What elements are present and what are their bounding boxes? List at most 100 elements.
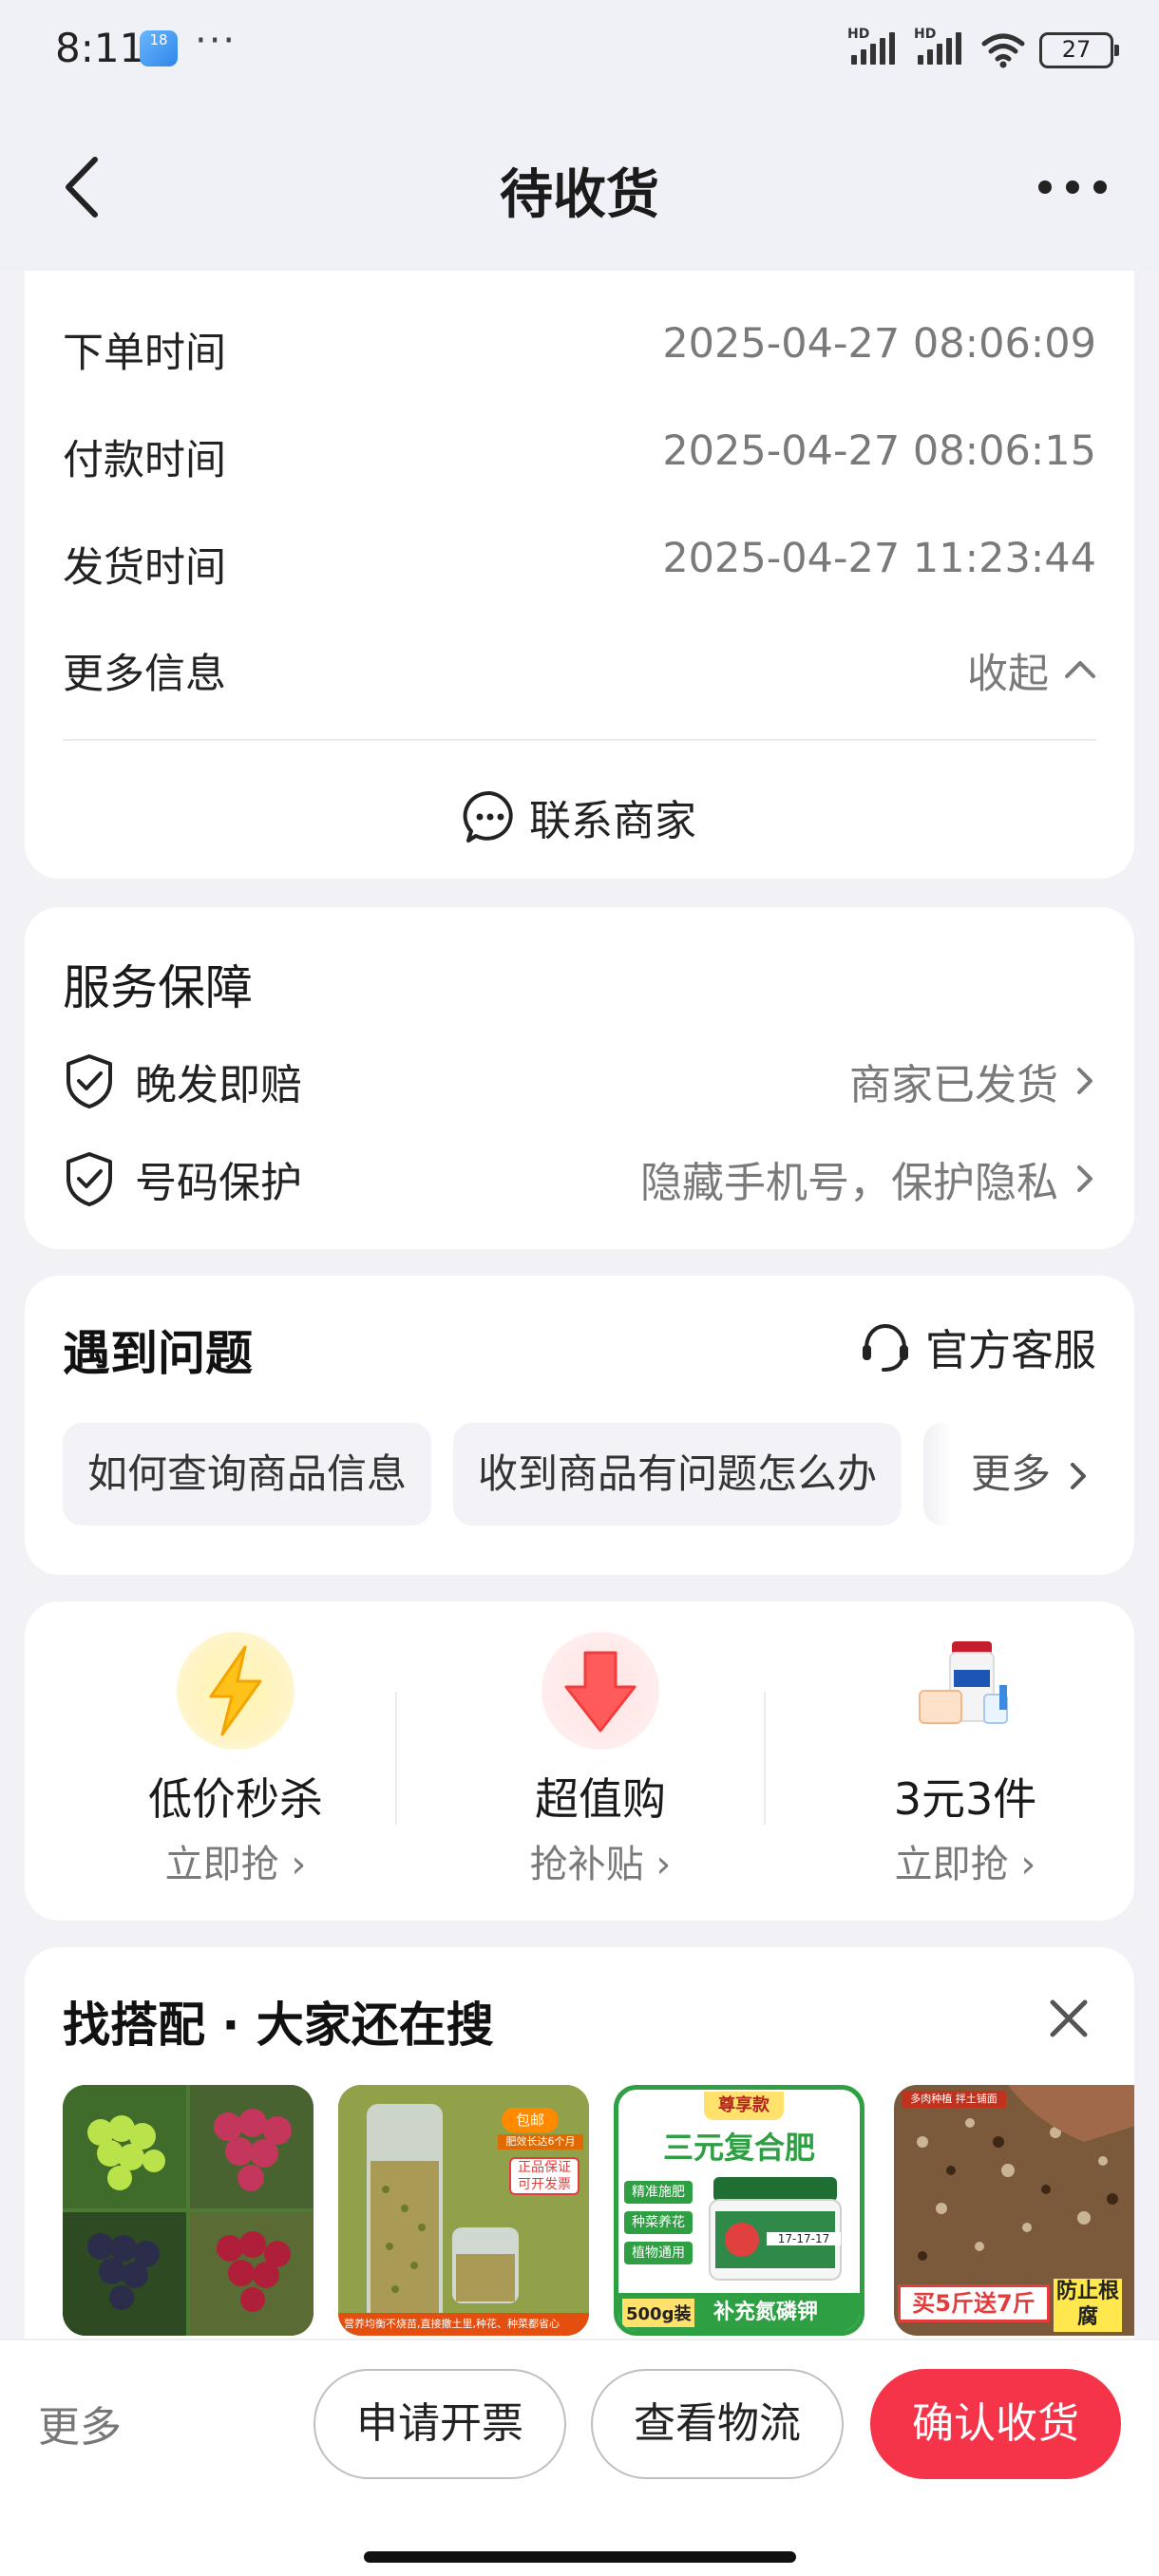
promo-three-for-three-sub: 立即抢 › (894, 1843, 1036, 1886)
headset-icon (862, 1323, 908, 1372)
nav-bar: 待收货 (0, 104, 1159, 271)
genuine-badge-line-2: 可开发票 (518, 2177, 571, 2192)
divider (63, 739, 1096, 741)
home-indicator[interactable] (364, 2551, 796, 2563)
product-thumbnails: 包邮 肥效长达6个月 正品保证可开发票 营养均衡不烧苗,直接撒土里,种花、种菜都… (63, 2085, 1134, 2379)
chevron-right-icon (1077, 1068, 1092, 1094)
npk-ratio: 17-17-17 (767, 2232, 841, 2245)
faq-more-button[interactable]: 更多 (923, 1423, 1134, 1525)
chat-bubble-icon (463, 790, 513, 843)
wifi-icon (981, 33, 1025, 68)
product-grapes[interactable] (63, 2085, 314, 2336)
service-title: 服务保障 (63, 960, 253, 1015)
status-time: 8:11 (55, 25, 145, 71)
shield-check-icon (66, 1054, 112, 1108)
app-badge: 18 (149, 31, 168, 48)
product-soil[interactable]: 多肉种植 拌土铺面 买5斤送7斤 防止根腐 (894, 2085, 1134, 2336)
promo-value-buy[interactable]: 超值购 抢补贴 › (429, 1632, 771, 1907)
promo-flash-sale-sub-label: 立即抢 (164, 1843, 279, 1886)
product-fertilizer[interactable]: 尊享款 三元复合肥 精准施肥 种菜养花 植物通用 17-17-17 500g装 … (614, 2085, 864, 2336)
faq-chip-product-problem[interactable]: 收到商品有问题怎么办 (453, 1423, 902, 1525)
promo-card: 低价秒杀 立即抢 › 超值购 抢补贴 › 3元3件 立即抢 › (25, 1601, 1134, 1921)
promo-three-for-three[interactable]: 3元3件 立即抢 › (794, 1632, 1136, 1907)
products-icon (906, 1632, 1024, 1750)
payment-time-value: 2025-04-27 08:06:15 (662, 427, 1096, 475)
payment-time-row: 付款时间 2025-04-27 08:06:15 (63, 427, 1096, 484)
free-shipping-badge: 包邮 (502, 2108, 559, 2132)
fertilizer-feature-2: 种菜养花 (624, 2211, 693, 2234)
contact-merchant-label: 联系商家 (529, 797, 696, 845)
ship-time-label: 发货时间 (63, 544, 226, 592)
chevron-right-icon (1077, 1165, 1092, 1192)
order-info-card: 下单时间 2025-04-27 08:06:09 付款时间 2025-04-27… (25, 271, 1134, 879)
fertilizer-headline: 三元复合肥 (662, 2130, 815, 2166)
network-type-1: HD (847, 27, 870, 42)
signal-icon-2: HD (914, 27, 967, 68)
seeds-caption: 营养均衡不烧苗,直接撒土里,种花、种菜都省心 (338, 2313, 589, 2336)
fertilizer-feature-3: 植物通用 (624, 2242, 693, 2264)
faq-chip-query-product[interactable]: 如何查询商品信息 (63, 1423, 432, 1525)
order-time-row: 下单时间 2025-04-27 08:06:09 (63, 320, 1096, 377)
payment-time-label: 付款时间 (63, 437, 226, 484)
page-title: 待收货 (500, 164, 659, 226)
apply-invoice-button[interactable]: 申请开票 (314, 2369, 566, 2479)
promo-flash-sale-title: 低价秒杀 (148, 1773, 323, 1825)
battery-icon: 27 (1039, 32, 1119, 68)
order-time-label: 下单时间 (63, 330, 226, 377)
promo-value-buy-title: 超值购 (535, 1773, 666, 1825)
more-actions-button[interactable]: 更多 (38, 2393, 122, 2453)
order-time-value: 2025-04-27 08:06:09 (662, 320, 1096, 368)
number-protection-value: 隐藏手机号，保护隐私 (640, 1159, 1058, 1207)
late-ship-compensation-row[interactable]: 晚发即赔 商家已发货 (63, 1045, 1096, 1111)
chevron-up-icon[interactable] (1064, 658, 1096, 679)
more-info-label: 更多信息 (63, 651, 226, 698)
problems-card: 遇到问题 官方客服 如何查询商品信息 收到商品有问题怎么办 更多 (25, 1276, 1134, 1575)
fertilizer-size: 500g装 (622, 2299, 695, 2327)
shield-check-icon (66, 1152, 112, 1206)
divider (764, 1692, 766, 1825)
more-info-row[interactable]: 更多信息 收起 (63, 641, 1096, 698)
service-guarantee-card: 服务保障 晚发即赔 商家已发货 号码保护 隐藏手机号，保护隐私 (25, 907, 1134, 1249)
promo-three-for-three-title: 3元3件 (893, 1773, 1037, 1825)
down-arrow-icon (542, 1632, 659, 1750)
signal-icon: HD (847, 27, 901, 68)
status-more-icon: ··· (195, 19, 238, 63)
divider (395, 1692, 397, 1825)
customer-service-button[interactable]: 官方客服 (859, 1316, 1096, 1377)
premium-tag: 尊享款 (704, 2092, 784, 2120)
faq-more-label: 更多 (971, 1450, 1052, 1497)
fertilizer-bottom-text: 补充氮磷钾 (713, 2301, 819, 2324)
promo-flash-sale[interactable]: 低价秒杀 立即抢 › (65, 1632, 407, 1907)
promo-flash-sale-sub: 立即抢 › (164, 1843, 307, 1886)
lightning-icon (177, 1632, 294, 1750)
chevron-right-icon (1071, 1463, 1086, 1489)
fertilizer-feature-1: 精准施肥 (624, 2181, 693, 2204)
effect-badge: 肥效长达6个月 (498, 2134, 583, 2150)
customer-service-label: 官方客服 (924, 1325, 1096, 1375)
late-ship-label: 晚发即赔 (135, 1061, 302, 1109)
grapes-image (63, 2085, 314, 2336)
soil-top-label: 多肉种植 拌土铺面 (902, 2091, 1006, 2108)
soil-side-label: 防止根腐 (1054, 2279, 1122, 2332)
view-logistics-button[interactable]: 查看物流 (591, 2369, 844, 2479)
soil-offer: 买5斤送7斤 (898, 2284, 1050, 2322)
network-type-2: HD (914, 27, 937, 42)
genuine-badge-line-1: 正品保证 (518, 2160, 571, 2175)
promo-value-buy-sub-label: 抢补贴 (529, 1843, 644, 1886)
status-bar: 8:11 18 ··· HD HD 27 (0, 0, 1159, 104)
product-seeds-jar[interactable]: 包邮 肥效长达6个月 正品保证可开发票 营养均衡不烧苗,直接撒土里,种花、种菜都… (338, 2085, 589, 2336)
confirm-receipt-button[interactable]: 确认收货 (870, 2369, 1121, 2479)
fertilizer-jar-image (709, 2177, 842, 2281)
number-protection-row[interactable]: 号码保护 隐藏手机号，保护隐私 (63, 1143, 1096, 1209)
close-icon[interactable] (1047, 1997, 1091, 2040)
promo-value-buy-sub: 抢补贴 › (529, 1843, 672, 1886)
promo-three-for-three-sub-label: 立即抢 (894, 1843, 1009, 1886)
late-ship-value: 商家已发货 (849, 1061, 1058, 1109)
collapse-toggle[interactable]: 收起 (967, 641, 1049, 700)
status-right: HD HD 27 (847, 27, 1119, 68)
ship-time-value: 2025-04-27 11:23:44 (662, 535, 1096, 582)
ship-time-row: 发货时间 2025-04-27 11:23:44 (63, 535, 1096, 592)
recommendation-title: 找搭配 · 大家还在搜 (63, 1998, 494, 2053)
contact-merchant-button[interactable]: 联系商家 (25, 784, 1134, 850)
more-dots-icon[interactable] (1038, 175, 1107, 199)
